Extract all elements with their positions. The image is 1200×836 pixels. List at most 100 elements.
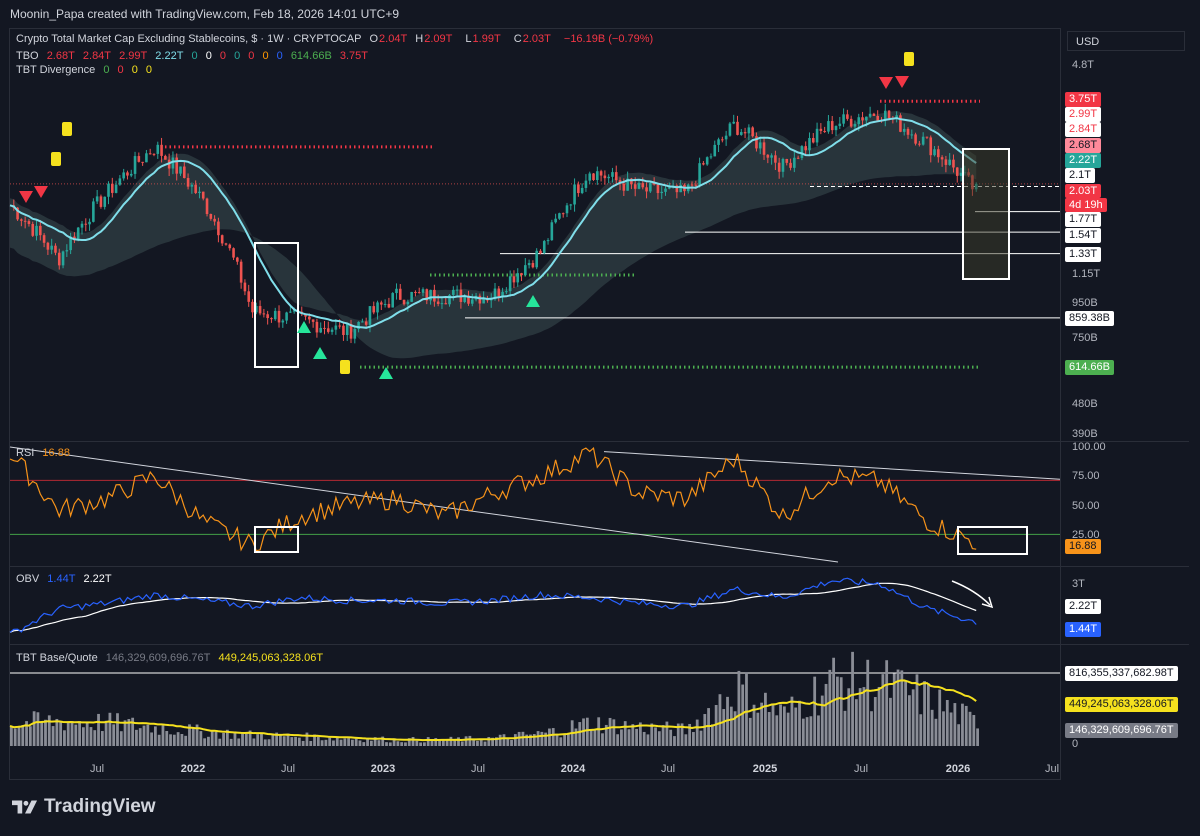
candle-body: [565, 205, 569, 214]
candle-body: [80, 223, 84, 228]
obv-ma-line: [9, 582, 977, 633]
candle-body: [88, 221, 91, 225]
chart-canvas[interactable]: [0, 0, 1200, 836]
time-axis-label: 2026: [945, 763, 971, 775]
candle-body: [516, 273, 520, 283]
candle-body: [524, 265, 527, 276]
rsi-legend: RSI 16.88: [16, 447, 75, 459]
volume-bar: [237, 738, 241, 746]
volume-bar: [301, 740, 305, 746]
volume-bar: [66, 722, 70, 746]
candle-body: [54, 245, 57, 253]
candle-body: [239, 261, 243, 283]
time-axis-label: 2022: [180, 763, 206, 775]
volume-bar: [343, 738, 347, 746]
volume-bar: [866, 659, 870, 746]
volume-bar: [669, 729, 673, 746]
candle-body: [122, 172, 125, 179]
volume-bar: [457, 737, 460, 746]
candle-body: [660, 191, 664, 194]
volume-bar: [646, 734, 650, 746]
volume-bar: [78, 721, 81, 746]
tradingview-logo-icon: [12, 800, 38, 814]
candle-body: [433, 289, 436, 302]
candle-body: [376, 302, 379, 313]
candle-body: [129, 173, 133, 176]
candle-body: [793, 157, 796, 168]
candle-body: [84, 223, 88, 225]
candle-body: [868, 113, 872, 117]
candle-body: [611, 172, 614, 177]
rsi-title[interactable]: RSI: [16, 447, 34, 459]
candle-body: [842, 114, 845, 124]
candle-body: [194, 184, 197, 194]
volume-bar: [968, 711, 972, 746]
candle-body: [929, 137, 933, 156]
volume-bar: [775, 715, 779, 746]
candle-body: [262, 313, 266, 315]
candle-body: [23, 220, 27, 222]
volume-bar: [889, 697, 892, 746]
volume-bar: [748, 717, 752, 746]
candle-body: [440, 303, 444, 305]
volume-bar: [362, 742, 366, 746]
candle-body: [114, 184, 118, 193]
volume-bar: [233, 731, 237, 746]
candle-body: [554, 218, 557, 223]
candle-body: [95, 196, 99, 202]
candle-body: [906, 128, 910, 135]
sell-signal-icon: [34, 186, 48, 198]
pane-separator[interactable]: [9, 644, 1189, 645]
volume-bar: [798, 700, 801, 746]
candle-body: [311, 319, 315, 322]
candle-body: [20, 219, 23, 221]
candle-body: [410, 291, 413, 302]
volume-bar: [460, 741, 464, 746]
volume-bar: [805, 717, 809, 746]
volume-bar: [737, 670, 741, 746]
volume-bar: [517, 731, 521, 746]
candle-body: [781, 159, 785, 172]
rsi-line: [9, 446, 977, 552]
candle-body: [330, 329, 334, 332]
candle-body: [667, 187, 671, 189]
volume-bar: [153, 726, 157, 746]
volume-bar: [332, 740, 335, 746]
volume-bar: [813, 676, 817, 746]
volume-bar: [74, 724, 78, 746]
candle-body: [315, 321, 319, 333]
obv-title[interactable]: OBV: [16, 573, 39, 585]
trend-cloud: [10, 110, 977, 359]
candle-body: [92, 201, 95, 222]
volume-bar: [779, 704, 782, 746]
pane-separator[interactable]: [9, 441, 1189, 442]
volume-bar: [180, 733, 184, 746]
candle-body: [512, 276, 516, 283]
rsi-value: 16.88: [42, 447, 70, 459]
volume-bar: [294, 736, 297, 746]
candle-body: [141, 161, 144, 163]
volume-bar: [229, 738, 233, 746]
volume-bar: [873, 697, 877, 746]
volume-bar: [172, 734, 176, 746]
volume-bar: [661, 725, 665, 746]
volume-bar: [116, 713, 119, 746]
volume-bar: [324, 739, 328, 746]
candle-body: [664, 188, 667, 192]
pane-separator[interactable]: [9, 566, 1189, 567]
volume-bar: [563, 734, 566, 746]
tradingview-brand[interactable]: TradingView: [12, 796, 156, 818]
volume-bar: [510, 739, 513, 746]
volume-bar: [260, 733, 263, 746]
candle-body: [633, 184, 637, 189]
volume-bar: [589, 730, 593, 746]
candle-body: [732, 121, 736, 124]
volume-badge: 816,355,337,682.98T: [1065, 666, 1178, 681]
volume-bar: [21, 725, 25, 746]
volume-title[interactable]: TBT Base/Quote: [16, 652, 98, 664]
price-badge-ema: 2.22T: [1065, 153, 1102, 168]
volume-bar: [578, 722, 582, 746]
candle-body: [698, 163, 701, 186]
volume-bar: [574, 728, 578, 746]
volume-bar: [464, 736, 468, 746]
